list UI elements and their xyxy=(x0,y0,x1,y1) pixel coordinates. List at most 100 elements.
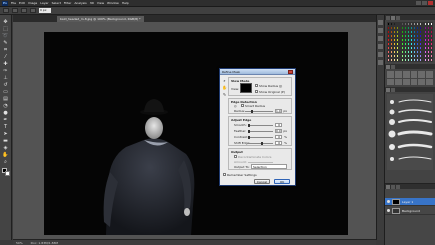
cancel-button[interactable]: Cancel xyxy=(254,179,270,184)
smart-radius-checkbox[interactable] xyxy=(241,104,244,107)
maximize-button[interactable] xyxy=(422,1,427,5)
info-panel-icon[interactable] xyxy=(378,36,383,41)
photo-filter-icon[interactable] xyxy=(402,78,410,85)
tab-masks[interactable] xyxy=(391,65,395,69)
remember-settings-checkbox[interactable] xyxy=(223,173,226,176)
path-select-tool-icon[interactable]: ➤ xyxy=(2,131,9,137)
character-panel-icon[interactable] xyxy=(378,60,383,65)
menu-filter[interactable]: Filter xyxy=(64,1,71,6)
feather-value[interactable]: 0.0 xyxy=(275,129,282,133)
shape-tool-icon[interactable]: ▬ xyxy=(2,138,9,144)
output-to-select[interactable]: Selection xyxy=(251,164,287,169)
menu-select[interactable]: Select xyxy=(52,1,61,6)
black-white-icon[interactable] xyxy=(394,78,402,85)
dodge-tool-icon[interactable]: ● xyxy=(2,110,9,116)
add-selection-button[interactable] xyxy=(21,8,27,13)
hue-icon[interactable] xyxy=(426,71,433,78)
healing-tool-icon[interactable]: ✚ xyxy=(2,61,9,67)
actions-panel-icon[interactable] xyxy=(378,28,383,33)
dialog-titlebar[interactable]: Refine Mask xyxy=(220,69,295,75)
menu-view[interactable]: View xyxy=(97,1,104,6)
eye-icon[interactable] xyxy=(387,209,390,212)
contrast-slider[interactable] xyxy=(248,136,273,139)
color-swatches[interactable] xyxy=(1,168,10,176)
color-balance-icon[interactable] xyxy=(387,78,394,85)
tool-preset-button[interactable] xyxy=(3,8,9,13)
tab-paths[interactable] xyxy=(396,185,400,189)
menu-window[interactable]: Window xyxy=(107,1,119,6)
clone-source-icon[interactable] xyxy=(378,52,383,57)
menu-layer[interactable]: Layer xyxy=(40,1,48,6)
vibrance-icon[interactable] xyxy=(418,71,426,78)
show-original-checkbox[interactable] xyxy=(255,90,258,93)
close-button[interactable] xyxy=(428,1,433,5)
dialog-close-button[interactable] xyxy=(288,69,293,74)
menu-analysis[interactable]: Analysis xyxy=(74,1,86,6)
channel-mixer-icon[interactable] xyxy=(410,78,418,85)
brush-tool-icon[interactable]: ✑ xyxy=(2,68,9,74)
menu-help[interactable]: Help xyxy=(122,1,129,6)
crop-tool-icon[interactable]: ⌗ xyxy=(2,47,9,53)
smooth-slider[interactable] xyxy=(248,124,273,127)
move-tool-icon[interactable]: ✥ xyxy=(2,19,9,25)
decontaminate-checkbox[interactable] xyxy=(234,155,237,158)
menu-image[interactable]: Image xyxy=(28,1,37,6)
3d-tool-icon[interactable]: ◈ xyxy=(2,145,9,151)
brush-presets-icon[interactable] xyxy=(378,44,383,49)
gradient-tool-icon[interactable]: ▤ xyxy=(2,96,9,102)
contrast-slider-knob[interactable] xyxy=(248,136,250,139)
menu-file[interactable]: File xyxy=(11,1,16,6)
type-tool-icon[interactable]: T xyxy=(2,124,9,130)
radius-value[interactable]: 1.0 xyxy=(275,109,282,113)
new-selection-button[interactable] xyxy=(12,8,18,13)
brush-list[interactable] xyxy=(387,94,433,170)
posterize-icon[interactable] xyxy=(426,78,433,85)
swatches-grid[interactable] xyxy=(387,22,433,62)
radius-slider[interactable] xyxy=(245,110,273,113)
hand-icon[interactable]: ✋ xyxy=(222,85,227,90)
eraser-tool-icon[interactable]: ▭ xyxy=(2,89,9,95)
blur-tool-icon[interactable]: ◔ xyxy=(2,103,9,109)
pen-tool-icon[interactable]: ✒ xyxy=(2,117,9,123)
levels-icon[interactable] xyxy=(394,71,402,78)
view-mode-thumbnail[interactable] xyxy=(240,83,252,93)
tab-adjustments[interactable] xyxy=(386,65,390,69)
menu-edit[interactable]: Edit xyxy=(19,1,25,6)
quick-select-tool-icon[interactable]: ✎ xyxy=(2,40,9,46)
shift-edge-value[interactable]: 0 xyxy=(275,141,282,145)
eye-icon[interactable] xyxy=(387,200,390,203)
lasso-tool-icon[interactable]: ➰ xyxy=(2,33,9,39)
tab-styles[interactable] xyxy=(396,16,400,20)
ok-button[interactable]: OK xyxy=(274,179,290,184)
eyedropper-tool-icon[interactable]: ⁄ xyxy=(2,54,9,60)
marquee-tool-icon[interactable]: ⬚ xyxy=(2,26,9,32)
hand-tool-icon[interactable]: ✋ xyxy=(2,152,9,158)
zoom-icon[interactable]: ⌕ xyxy=(222,78,227,83)
tab-brushes[interactable] xyxy=(386,88,390,92)
radius-slider-knob[interactable] xyxy=(250,110,253,113)
swatch[interactable] xyxy=(430,58,433,62)
layer-row[interactable]: Background xyxy=(385,207,435,215)
exposure-icon[interactable] xyxy=(410,71,418,78)
curves-icon[interactable] xyxy=(402,71,410,78)
show-radius-checkbox[interactable] xyxy=(255,84,258,87)
history-panel-icon[interactable] xyxy=(378,20,383,25)
subtract-selection-button[interactable] xyxy=(30,8,36,13)
history-brush-tool-icon[interactable]: ↺ xyxy=(2,82,9,88)
zoom-tool-icon[interactable]: ⌕ xyxy=(2,159,9,165)
smooth-value[interactable]: 0 xyxy=(275,123,282,127)
shift-edge-slider-knob[interactable] xyxy=(260,142,263,145)
minimize-button[interactable] xyxy=(416,1,421,5)
feather-field[interactable]: 0 px xyxy=(39,8,51,13)
amount-slider[interactable] xyxy=(248,162,273,163)
smooth-slider-knob[interactable] xyxy=(248,124,250,127)
tab-swatches[interactable] xyxy=(391,16,395,20)
tab-color[interactable] xyxy=(386,16,390,20)
tab-clone[interactable] xyxy=(391,88,395,92)
invert-icon[interactable] xyxy=(418,78,426,85)
tab-channels[interactable] xyxy=(391,185,395,189)
document-canvas[interactable] xyxy=(44,32,348,235)
zoom-level[interactable]: 50% xyxy=(16,241,23,245)
feather-slider-knob[interactable] xyxy=(248,130,250,133)
shift-edge-slider[interactable] xyxy=(248,142,273,145)
